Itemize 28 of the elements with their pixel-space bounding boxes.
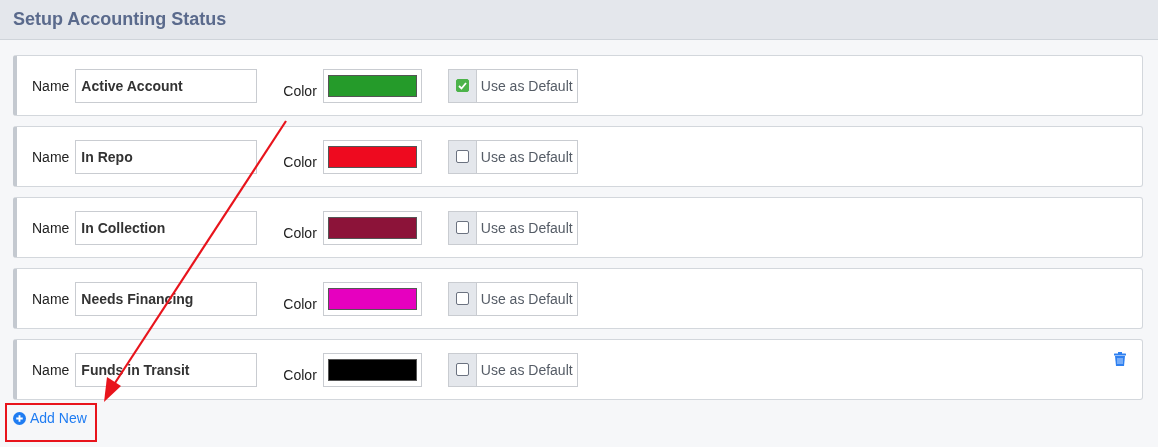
color-label: Color xyxy=(283,224,317,241)
name-label: Name xyxy=(32,219,70,236)
name-label: Name xyxy=(32,148,70,165)
name-label: Name xyxy=(32,361,70,378)
page-title: Setup Accounting Status xyxy=(13,9,227,30)
color-label: Color xyxy=(283,295,317,312)
color-field[interactable] xyxy=(322,68,422,103)
color-label: Color xyxy=(283,366,317,383)
add-new-button[interactable]: Add New xyxy=(13,410,87,426)
trash-icon[interactable] xyxy=(1114,352,1126,366)
name-label: Name xyxy=(32,290,70,307)
default-checkbox[interactable] xyxy=(455,363,469,376)
default-checkbox[interactable] xyxy=(455,292,469,305)
color-label: Color xyxy=(283,82,317,99)
color-field[interactable] xyxy=(322,210,422,245)
color-field[interactable] xyxy=(322,139,422,174)
name-field[interactable]: Funds in Transit xyxy=(75,352,258,387)
color-field[interactable] xyxy=(322,281,422,316)
default-checkbox[interactable] xyxy=(455,221,469,234)
plus-circle-icon xyxy=(13,411,26,425)
color-field[interactable] xyxy=(322,352,422,387)
name-field[interactable]: Active Account xyxy=(75,68,258,103)
default-checkbox[interactable] xyxy=(455,79,469,92)
name-field[interactable]: In Repo xyxy=(75,139,258,174)
default-checkbox[interactable] xyxy=(455,150,469,163)
name-label: Name xyxy=(32,77,70,94)
name-field[interactable]: In Collection xyxy=(75,210,258,245)
color-label: Color xyxy=(283,153,317,170)
